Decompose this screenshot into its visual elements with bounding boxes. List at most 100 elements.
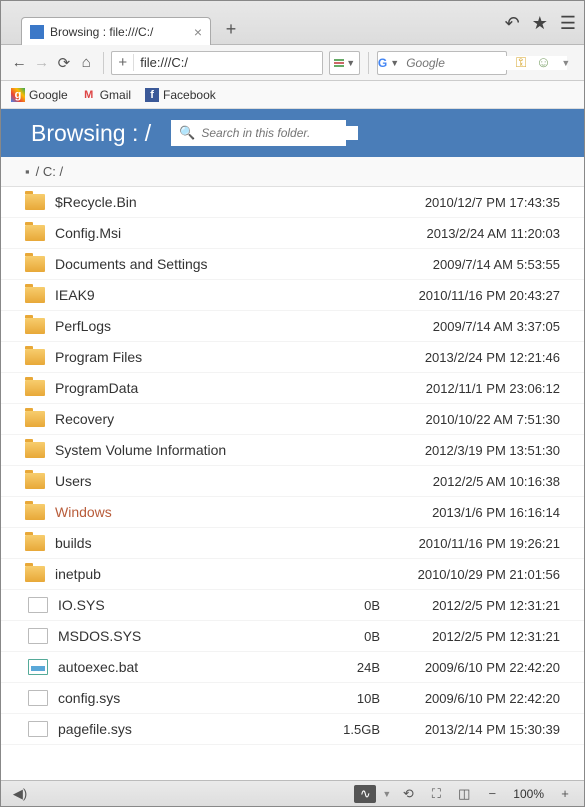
bookmark-facebook[interactable]: f Facebook	[145, 88, 216, 102]
item-date: 2009/6/10 PM 22:42:20	[390, 660, 560, 675]
new-tab-button[interactable]: +	[219, 18, 243, 40]
item-name: Config.Msi	[55, 225, 320, 241]
item-name: autoexec.bat	[58, 659, 320, 675]
google-icon: g	[11, 88, 25, 102]
chevron-down-icon[interactable]: ▼	[387, 58, 402, 68]
list-item[interactable]: autoexec.bat24B 2009/6/10 PM 22:42:20	[1, 652, 584, 683]
folder-search-input[interactable]	[201, 126, 358, 140]
list-item[interactable]: Windows 2013/1/6 PM 16:16:14	[1, 497, 584, 528]
search-engine-box[interactable]: G ▼	[377, 51, 507, 75]
list-item[interactable]: ProgramData2012/11/1 PM 23:06:12	[1, 373, 584, 404]
bookmark-label: Facebook	[163, 88, 216, 102]
item-size: 24B	[320, 660, 380, 675]
item-date: 2010/11/16 PM 19:26:21	[390, 536, 560, 551]
chevron-down-icon: ▼	[346, 58, 355, 68]
chevron-down-icon[interactable]: ▼	[382, 789, 391, 799]
bookmark-google[interactable]: g Google	[11, 88, 68, 102]
url-input[interactable]	[134, 52, 322, 74]
item-name: ProgramData	[55, 380, 320, 396]
file-icon	[28, 597, 48, 613]
bookmark-gmail[interactable]: M Gmail	[82, 88, 131, 102]
separator	[103, 52, 104, 74]
bookmark-label: Gmail	[100, 88, 131, 102]
file-icon	[28, 721, 48, 737]
folder-search-box[interactable]: 🔍	[171, 120, 346, 146]
key-icon[interactable]: ⚿	[513, 52, 529, 74]
item-date: 2013/1/6 PM 16:16:14	[390, 505, 560, 520]
list-item[interactable]: IEAK92010/11/16 PM 20:43:27	[1, 280, 584, 311]
folder-icon	[25, 535, 45, 551]
list-item[interactable]: config.sys10B2009/6/10 PM 22:42:20	[1, 683, 584, 714]
item-date: 2012/2/5 AM 10:16:38	[390, 474, 560, 489]
activity-monitor-icon[interactable]: ∿	[354, 785, 376, 803]
list-item[interactable]: Users2012/2/5 AM 10:16:38	[1, 466, 584, 497]
menu-list-icon[interactable]: ☰	[560, 13, 576, 34]
zoom-in-button[interactable]: +	[554, 785, 576, 803]
tab-close-icon[interactable]: ×	[194, 24, 202, 40]
breadcrumb[interactable]: ▪ / C: /	[1, 157, 584, 187]
item-date: 2010/12/7 PM 17:43:35	[390, 195, 560, 210]
user-icon[interactable]: ☺	[535, 52, 551, 74]
item-date: 2013/2/24 AM 11:20:03	[390, 226, 560, 241]
sort-icon	[334, 58, 344, 68]
page-title: Browsing : /	[31, 120, 151, 147]
item-date: 2010/10/22 AM 7:51:30	[390, 412, 560, 427]
fullscreen-icon[interactable]: ⛶	[425, 785, 447, 803]
zoom-out-button[interactable]: −	[481, 785, 503, 803]
bookmark-star-icon[interactable]: ★	[532, 13, 548, 34]
list-item[interactable]: MSDOS.SYS0B2012/2/5 PM 12:31:21	[1, 621, 584, 652]
gmail-icon: M	[82, 88, 96, 102]
list-item[interactable]: pagefile.sys1.5GB2013/2/14 PM 15:30:39	[1, 714, 584, 745]
refresh-panel-icon[interactable]: ⟲	[397, 785, 419, 803]
chevron-down-icon[interactable]: ▼	[558, 52, 574, 74]
nav-toolbar: ← → ⟳ ⌂ + ▼ G ▼ ⚿ ☺ ▼	[1, 45, 584, 81]
drive-icon: ▪	[25, 164, 30, 179]
undo-icon[interactable]: ↶	[505, 13, 520, 34]
item-date: 2010/10/29 PM 21:01:56	[390, 567, 560, 582]
list-item[interactable]: Recovery 2010/10/22 AM 7:51:30	[1, 404, 584, 435]
list-item[interactable]: Documents and Settings2009/7/14 AM 5:53:…	[1, 249, 584, 280]
item-name: pagefile.sys	[58, 721, 320, 737]
tab-title: Browsing : file:///C:/	[50, 25, 188, 39]
speaker-icon[interactable]: ◀)	[9, 785, 31, 803]
item-name: config.sys	[58, 690, 320, 706]
list-item[interactable]: System Volume Information2012/3/19 PM 13…	[1, 435, 584, 466]
folder-icon	[25, 566, 45, 582]
item-name: Windows	[55, 504, 320, 520]
sort-dropdown[interactable]: ▼	[329, 51, 360, 75]
forward-button[interactable]: →	[33, 52, 49, 74]
browser-tab[interactable]: Browsing : file:///C:/ ×	[21, 17, 211, 45]
side-panel-icon[interactable]: ◫	[453, 785, 475, 803]
breadcrumb-path: / C: /	[36, 164, 63, 179]
item-date: 2012/3/19 PM 13:51:30	[390, 443, 560, 458]
file-icon	[28, 628, 48, 644]
page-header: Browsing : / 🔍	[1, 109, 584, 157]
item-size: 1.5GB	[320, 722, 380, 737]
item-name: Recovery	[55, 411, 320, 427]
back-button[interactable]: ←	[11, 52, 27, 74]
url-add-icon[interactable]: +	[112, 54, 134, 71]
url-box[interactable]: +	[111, 51, 323, 75]
folder-icon	[25, 442, 45, 458]
facebook-icon: f	[145, 88, 159, 102]
zoom-level: 100%	[509, 787, 548, 801]
list-item[interactable]: IO.SYS0B2012/2/5 PM 12:31:21	[1, 590, 584, 621]
item-name: PerfLogs	[55, 318, 320, 334]
list-item[interactable]: Program Files2013/2/24 PM 12:21:46	[1, 342, 584, 373]
home-button[interactable]: ⌂	[78, 52, 94, 74]
list-item[interactable]: inetpub 2010/10/29 PM 21:01:56	[1, 559, 584, 590]
folder-icon	[25, 473, 45, 489]
search-icon: 🔍	[179, 125, 195, 141]
item-name: inetpub	[55, 566, 320, 582]
list-item[interactable]: Config.Msi 2013/2/24 AM 11:20:03	[1, 218, 584, 249]
bookmark-label: Google	[29, 88, 68, 102]
reload-button[interactable]: ⟳	[56, 52, 72, 74]
tab-favicon	[30, 25, 44, 39]
google-logo-icon: G	[378, 56, 387, 70]
item-date: 2009/7/14 AM 3:37:05	[390, 319, 560, 334]
list-item[interactable]: $Recycle.Bin2010/12/7 PM 17:43:35	[1, 187, 584, 218]
list-item[interactable]: builds2010/11/16 PM 19:26:21	[1, 528, 584, 559]
list-item[interactable]: PerfLogs 2009/7/14 AM 3:37:05	[1, 311, 584, 342]
item-name: IO.SYS	[58, 597, 320, 613]
item-size: 0B	[320, 629, 380, 644]
